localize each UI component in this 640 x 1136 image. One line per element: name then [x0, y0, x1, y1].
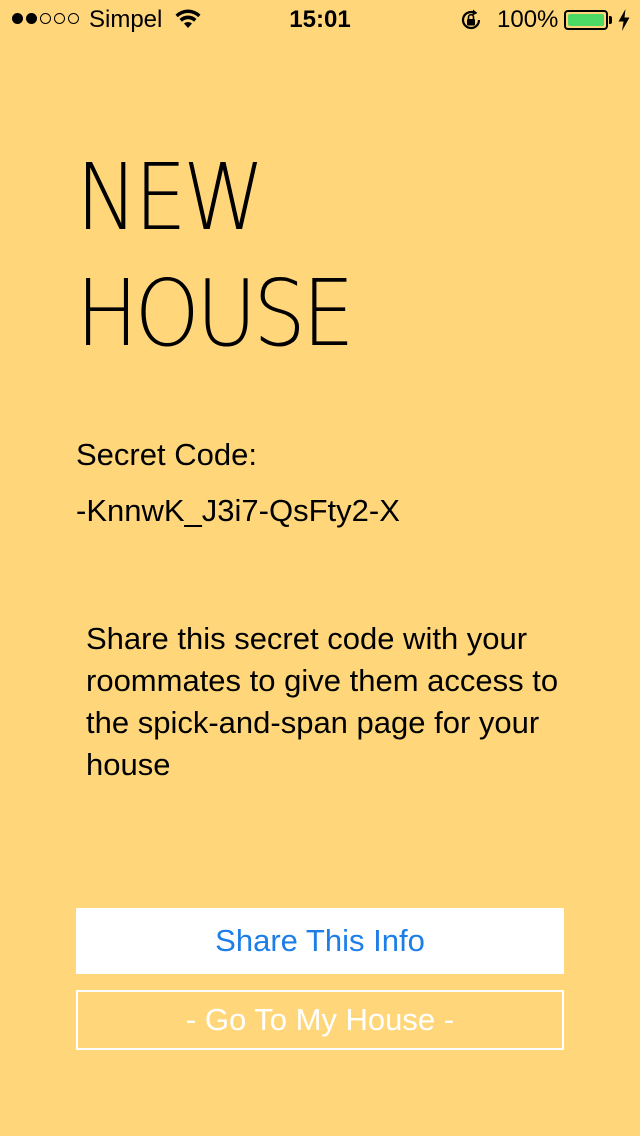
title-line-1: NEW: [76, 144, 265, 251]
title-line-2: HOUSE: [76, 260, 355, 367]
share-instructions: Share this secret code with your roommat…: [86, 621, 559, 782]
screen: Simpel 15:01 100% NEW HOUSE Secret Code:…: [0, 0, 640, 1136]
secret-code-value: -KnnwK_J3i7-QsFty2-X: [76, 493, 400, 528]
battery-level-fill: [568, 14, 604, 26]
share-info-button[interactable]: Share This Info: [76, 908, 564, 974]
orientation-lock-icon: [461, 9, 481, 30]
status-bar: Simpel 15:01 100%: [0, 0, 640, 40]
charging-bolt-icon: [618, 9, 630, 31]
page-title: NEW HOUSE: [76, 140, 355, 372]
battery-icon: [564, 10, 608, 30]
secret-code-label: Secret Code:: [76, 437, 257, 472]
battery-tip: [609, 16, 612, 24]
go-to-house-button[interactable]: - Go To My House -: [76, 990, 564, 1050]
battery-percentage: 100%: [497, 6, 559, 33]
